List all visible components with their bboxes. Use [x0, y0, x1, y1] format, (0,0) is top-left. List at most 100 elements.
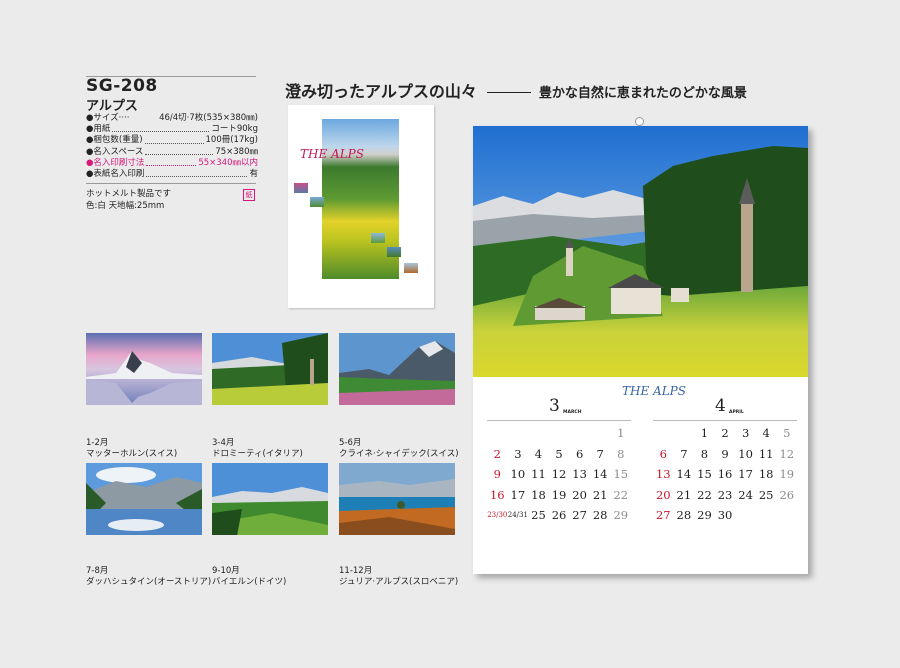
hanging-hole [635, 117, 644, 126]
headline-sub: 豊かな自然に恵まれたのどかな風景 [538, 86, 747, 101]
spec-leader [131, 113, 157, 121]
day-cell: 28 [592, 508, 608, 522]
month-number: 4 [715, 396, 726, 416]
month-header: 3 MARCH [487, 396, 631, 421]
spec-label: ●用紙 [86, 124, 111, 135]
spec-leader [144, 135, 204, 144]
month-number: 3 [549, 396, 560, 416]
thumb-caption-3: 5-6月 クライネ·シャイデック(スイス) [339, 438, 459, 459]
day-cell [674, 423, 695, 444]
spec-value: 55×340㎜以内 [198, 157, 258, 168]
day-cell: 14 [592, 467, 608, 481]
day-cell: 7 [680, 446, 688, 461]
spec-row: ●サイズ···· 46/4切·7枚(535×380㎜) [86, 113, 258, 124]
day-cell [756, 505, 777, 526]
day-cell: 10 [738, 446, 753, 461]
spec-divider [86, 183, 256, 184]
day-cell: 24/31 [507, 511, 528, 519]
spec-leader [146, 169, 248, 178]
thumb-kleine-scheidegg [339, 333, 455, 405]
day-cell [590, 423, 611, 444]
spec-value: コート90kg [211, 124, 258, 135]
day-cell: 6 [659, 446, 667, 461]
headline: 澄み切ったアルプスの山々 豊かな自然に恵まれたのどかな風景 [285, 78, 747, 102]
day-cell: 12 [779, 446, 795, 461]
day-cell: 20 [655, 487, 671, 502]
dolomites-photo [473, 126, 808, 377]
day-cell: 11 [531, 467, 546, 481]
day-cell: 13 [655, 467, 671, 481]
month-name: MARCH [563, 410, 582, 415]
note-color: 色:白 天地幅:25mm [86, 201, 165, 211]
day-cell: 22 [697, 487, 712, 502]
day-cell: 18 [758, 467, 774, 481]
day-cell: 6 [575, 446, 584, 461]
week-row: 23/30 24/31 25 26 27 28 29 [487, 505, 631, 526]
spec-label: ●名入印刷寸法 [86, 157, 145, 168]
day-cell: 13 [572, 467, 587, 481]
day-cell: 24 [738, 487, 753, 502]
day-cell: 30 [717, 508, 733, 522]
day-cell: 23/30 [487, 511, 508, 519]
day-cell: 15 [697, 467, 712, 481]
mini-thumb [294, 183, 308, 193]
day-cell: 5 [555, 446, 563, 461]
day-cell: 1 [700, 426, 709, 440]
paper-badge: 紙 [243, 189, 255, 201]
day-cell: 1 [617, 426, 625, 440]
day-cell: 25 [531, 508, 546, 522]
day-cell: 23 [717, 487, 733, 502]
spec-row: ●名入印刷寸法 55×340㎜以内 [86, 158, 258, 169]
spec-label: ●梱包数(重量) [86, 135, 143, 146]
calendar-logo: THE ALPS [622, 384, 686, 398]
day-cell [528, 423, 549, 444]
product-notes: ホットメルト製品です 色:白 天地幅:25mm [86, 188, 171, 212]
day-cell: 15 [613, 467, 629, 481]
week-row: 2345678 [487, 444, 631, 465]
thumb-bayern [212, 463, 328, 535]
day-cell: 28 [676, 508, 692, 522]
day-cell [569, 423, 590, 444]
product-name: アルプス [86, 99, 138, 114]
spec-label: ●名入スペース [86, 146, 144, 157]
day-cell: 7 [596, 446, 604, 461]
day-cell: 27 [572, 508, 587, 522]
day-cell: 4 [534, 446, 543, 461]
week-row: 6 7 8 9 10 11 12 [653, 444, 797, 465]
thumb-caption-6: 11-12月 ジュリア·アルプス(スロベニア) [339, 566, 459, 587]
spec-row: ●表紙名入印刷 有 [86, 169, 258, 180]
mini-calendar: THE ALPS [288, 105, 434, 308]
day-cell: 19 [551, 487, 567, 502]
spec-row: ●名入スペース 75×380㎜ [86, 147, 258, 158]
thumb-julian-alps [339, 463, 455, 535]
day-cell: 8 [700, 446, 709, 461]
thumb-dolomiti [212, 333, 328, 405]
day-cell: 8 [617, 446, 625, 461]
week-row: 12345 [653, 423, 797, 444]
mini-thumb [371, 233, 385, 243]
month-march: 3 MARCH 1 2 3 4 5 6 7 8 9 10 11 12 13 14 15 16 17 18 19 20 21 2… [487, 396, 631, 526]
thumb-caption-4: 7-8月 ダッハシュタイン(オーストリア) [86, 566, 212, 587]
day-cell: 21 [592, 487, 608, 502]
day-cell: 3 [741, 426, 750, 440]
spec-leader [112, 124, 210, 133]
mini-thumb [404, 263, 418, 273]
day-cell: 9 [493, 467, 501, 481]
headline-dash [486, 92, 531, 93]
day-cell: 4 [762, 426, 770, 440]
day-cell: 11 [758, 446, 774, 461]
week-row: 27 28 29 30 [653, 505, 797, 526]
day-cell: 25 [758, 487, 774, 502]
day-cell: 27 [655, 508, 671, 522]
day-cell: 26 [551, 508, 567, 522]
day-cell [776, 505, 797, 526]
headline-main: 澄み切ったアルプスの山々 [285, 82, 477, 101]
month-name: APRIL [729, 410, 744, 415]
day-cell: 22 [613, 487, 629, 502]
day-cell: 29 [613, 508, 629, 522]
day-cell: 5 [783, 426, 791, 440]
month-april: 4 APRIL 1 2 3 4 5 6 7 8 9 10 11 12 13 14 15 16 17 18 19 20 21 2… [653, 396, 797, 526]
day-cell: 17 [510, 487, 526, 502]
thumb-caption-1: 1-2月 マッターホルン(スイス) [86, 438, 178, 459]
week-row: 13 14 15 16 17 18 19 [653, 464, 797, 485]
